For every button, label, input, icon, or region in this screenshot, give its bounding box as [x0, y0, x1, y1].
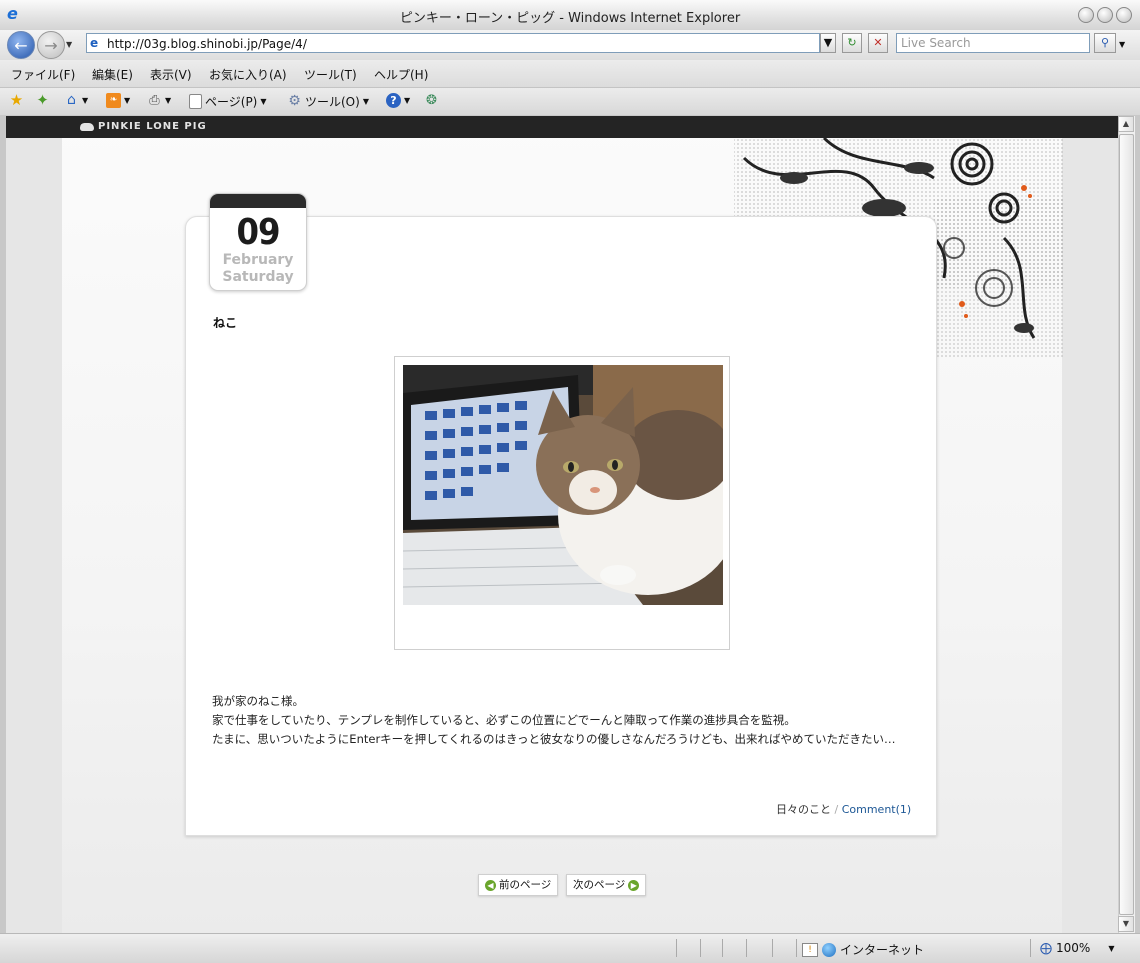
arrow-left-icon: ◀ — [485, 879, 496, 891]
minimize-button[interactable] — [1078, 7, 1094, 23]
cat-photo[interactable] — [403, 365, 723, 605]
post-date: 09 February Saturday — [209, 193, 307, 291]
post-footer: 日々のこと / Comment(1) — [776, 801, 911, 817]
history-dropdown-icon[interactable]: ▼ — [66, 40, 72, 49]
globe-icon — [822, 942, 836, 957]
post-month: February — [222, 252, 294, 268]
zoom-control[interactable]: ⨁ 100% ▼ — [1040, 941, 1114, 955]
window-titlebar: e ピンキー・ローン・ピッグ - Windows Internet Explor… — [0, 0, 1140, 31]
menu-file[interactable]: ファイル(F) — [11, 66, 75, 83]
print-dropdown-icon[interactable]: ▼ — [165, 96, 171, 105]
category-link[interactable]: 日々のこと — [776, 803, 831, 816]
stop-button[interactable]: ✕ — [868, 33, 888, 53]
page-menu-label: ページ(P) — [205, 95, 258, 109]
print-button[interactable]: ⎙ ▼ — [147, 93, 171, 108]
post-body: 我が家のねこ様。 家で仕事をしていたり、テンプレを制作していると、必ずこの位置に… — [212, 692, 912, 749]
zoom-icon: ⨁ — [1040, 941, 1052, 955]
page-icon: e — [90, 36, 99, 50]
feeds-dropdown-icon[interactable]: ▼ — [124, 96, 130, 105]
post-title[interactable]: ねこ — [213, 314, 237, 331]
tools-menu-button[interactable]: ⚙ ツール(O) ▼ — [287, 93, 369, 110]
feeds-button[interactable]: ❧ ▼ — [106, 93, 130, 108]
arrow-right-icon: ▶ — [628, 879, 640, 891]
page-menu-button[interactable]: ページ(P) ▼ — [189, 93, 267, 110]
zone-label: インターネット — [840, 943, 925, 957]
post-weekday: Saturday — [222, 269, 294, 285]
research-button[interactable]: ❂ — [424, 93, 439, 108]
rss-icon: ❧ — [106, 93, 121, 108]
address-field[interactable]: http://03g.blog.shinobi.jp/Page/4/ — [86, 33, 820, 53]
zoom-level: 100% — [1056, 941, 1091, 955]
prev-page-button[interactable]: ◀ 前のページ — [478, 874, 559, 896]
warning-icon: ! — [802, 942, 818, 957]
menu-bar: ファイル(F) 編集(E) 表示(V) お気に入り(A) ツール(T) ヘルプ(… — [0, 60, 1140, 88]
back-button[interactable]: ← — [7, 31, 35, 59]
address-dropdown-button[interactable]: ▼ — [820, 33, 836, 53]
add-favorite-icon: ✦ — [36, 91, 49, 109]
post-body-line: 我が家のねこ様。 — [212, 694, 304, 708]
site-header: PINKIE LONE PIG — [6, 116, 1118, 138]
tools-menu-label: ツール(O) — [305, 95, 360, 109]
menu-edit[interactable]: 編集(E) — [92, 66, 133, 83]
forward-arrow-icon: → — [44, 35, 58, 55]
site-logo[interactable]: PINKIE LONE PIG — [98, 121, 207, 132]
forward-button[interactable]: → — [37, 31, 65, 59]
post-body-line: 家で仕事をしていたり、テンプレを制作していると、必ずこの位置にどでーんと陣取って… — [212, 713, 796, 727]
pig-icon — [80, 123, 94, 131]
menu-help[interactable]: ヘルプ(H) — [374, 66, 428, 83]
search-input[interactable]: Live Search — [896, 33, 1090, 53]
star-icon: ★ — [9, 91, 24, 109]
status-divider — [772, 939, 773, 957]
next-page-label: 次のページ — [573, 879, 626, 891]
menu-favorites[interactable]: お気に入り(A) — [209, 66, 287, 83]
help-dropdown-icon: ▼ — [404, 96, 411, 105]
search-options-icon[interactable]: ▼ — [1119, 40, 1125, 49]
post-body-line: たまに、思いついたようにEnterキーを押してくれるのはきっと彼女なりの優しさな… — [212, 732, 896, 746]
status-divider — [796, 939, 797, 957]
post-day: 09 — [236, 212, 280, 253]
gear-icon: ⚙ — [288, 93, 301, 109]
security-zone[interactable]: ! インターネット — [802, 941, 924, 958]
home-dropdown-icon[interactable]: ▼ — [82, 96, 88, 105]
status-divider — [676, 939, 677, 957]
menu-tools[interactable]: ツール(T) — [304, 66, 357, 83]
page-viewport: PINKIE LONE PIG 09 February Saturday ねこ … — [6, 116, 1118, 933]
home-icon: ⌂ — [67, 92, 76, 108]
scroll-up-button[interactable]: ▲ — [1118, 116, 1134, 132]
status-bar: ! インターネット ⨁ 100% ▼ — [0, 933, 1140, 963]
help-button[interactable]: ? ▼ — [386, 93, 410, 108]
next-page-button[interactable]: 次のページ ▶ — [566, 874, 647, 896]
command-toolbar: ★ ✦ ⌂ ▼ ❧ ▼ ⎙ ▼ ページ(P) ▼ ⚙ ツール(O) ▼ ? ▼ ❂ — [0, 88, 1140, 115]
help-icon: ? — [386, 93, 401, 108]
page-dropdown-icon: ▼ — [260, 97, 267, 106]
close-button[interactable] — [1116, 7, 1132, 23]
tools-dropdown-icon: ▼ — [362, 97, 369, 106]
status-divider — [700, 939, 701, 957]
window-title: ピンキー・ローン・ピッグ - Windows Internet Explorer — [399, 11, 741, 26]
navigation-bar: ← → ▼ http://03g.blog.shinobi.jp/Page/4/… — [0, 30, 1140, 60]
refresh-button[interactable]: ↻ — [842, 33, 862, 53]
back-arrow-icon: ← — [14, 35, 28, 55]
add-favorite-button[interactable]: ✦ — [35, 93, 50, 108]
post-photo-frame — [394, 356, 730, 650]
printer-icon: ⎙ — [149, 93, 160, 108]
scroll-down-button[interactable]: ▼ — [1118, 916, 1134, 932]
search-button[interactable]: ⚲ — [1094, 33, 1116, 53]
favorites-center-button[interactable]: ★ — [9, 93, 24, 108]
menu-view[interactable]: 表示(V) — [150, 66, 192, 83]
status-divider — [1030, 939, 1031, 957]
comment-link[interactable]: Comment(1) — [842, 803, 911, 816]
page-icon — [189, 94, 202, 109]
zoom-dropdown-icon: ▼ — [1108, 943, 1115, 953]
status-divider — [722, 939, 723, 957]
date-tab-top — [210, 194, 306, 208]
research-icon: ❂ — [426, 93, 437, 108]
prev-page-label: 前のページ — [499, 879, 552, 891]
scroll-thumb[interactable] — [1119, 134, 1134, 915]
home-button[interactable]: ⌂ ▼ — [64, 93, 88, 108]
maximize-button[interactable] — [1097, 7, 1113, 23]
status-divider — [746, 939, 747, 957]
footer-separator: / — [834, 803, 839, 816]
